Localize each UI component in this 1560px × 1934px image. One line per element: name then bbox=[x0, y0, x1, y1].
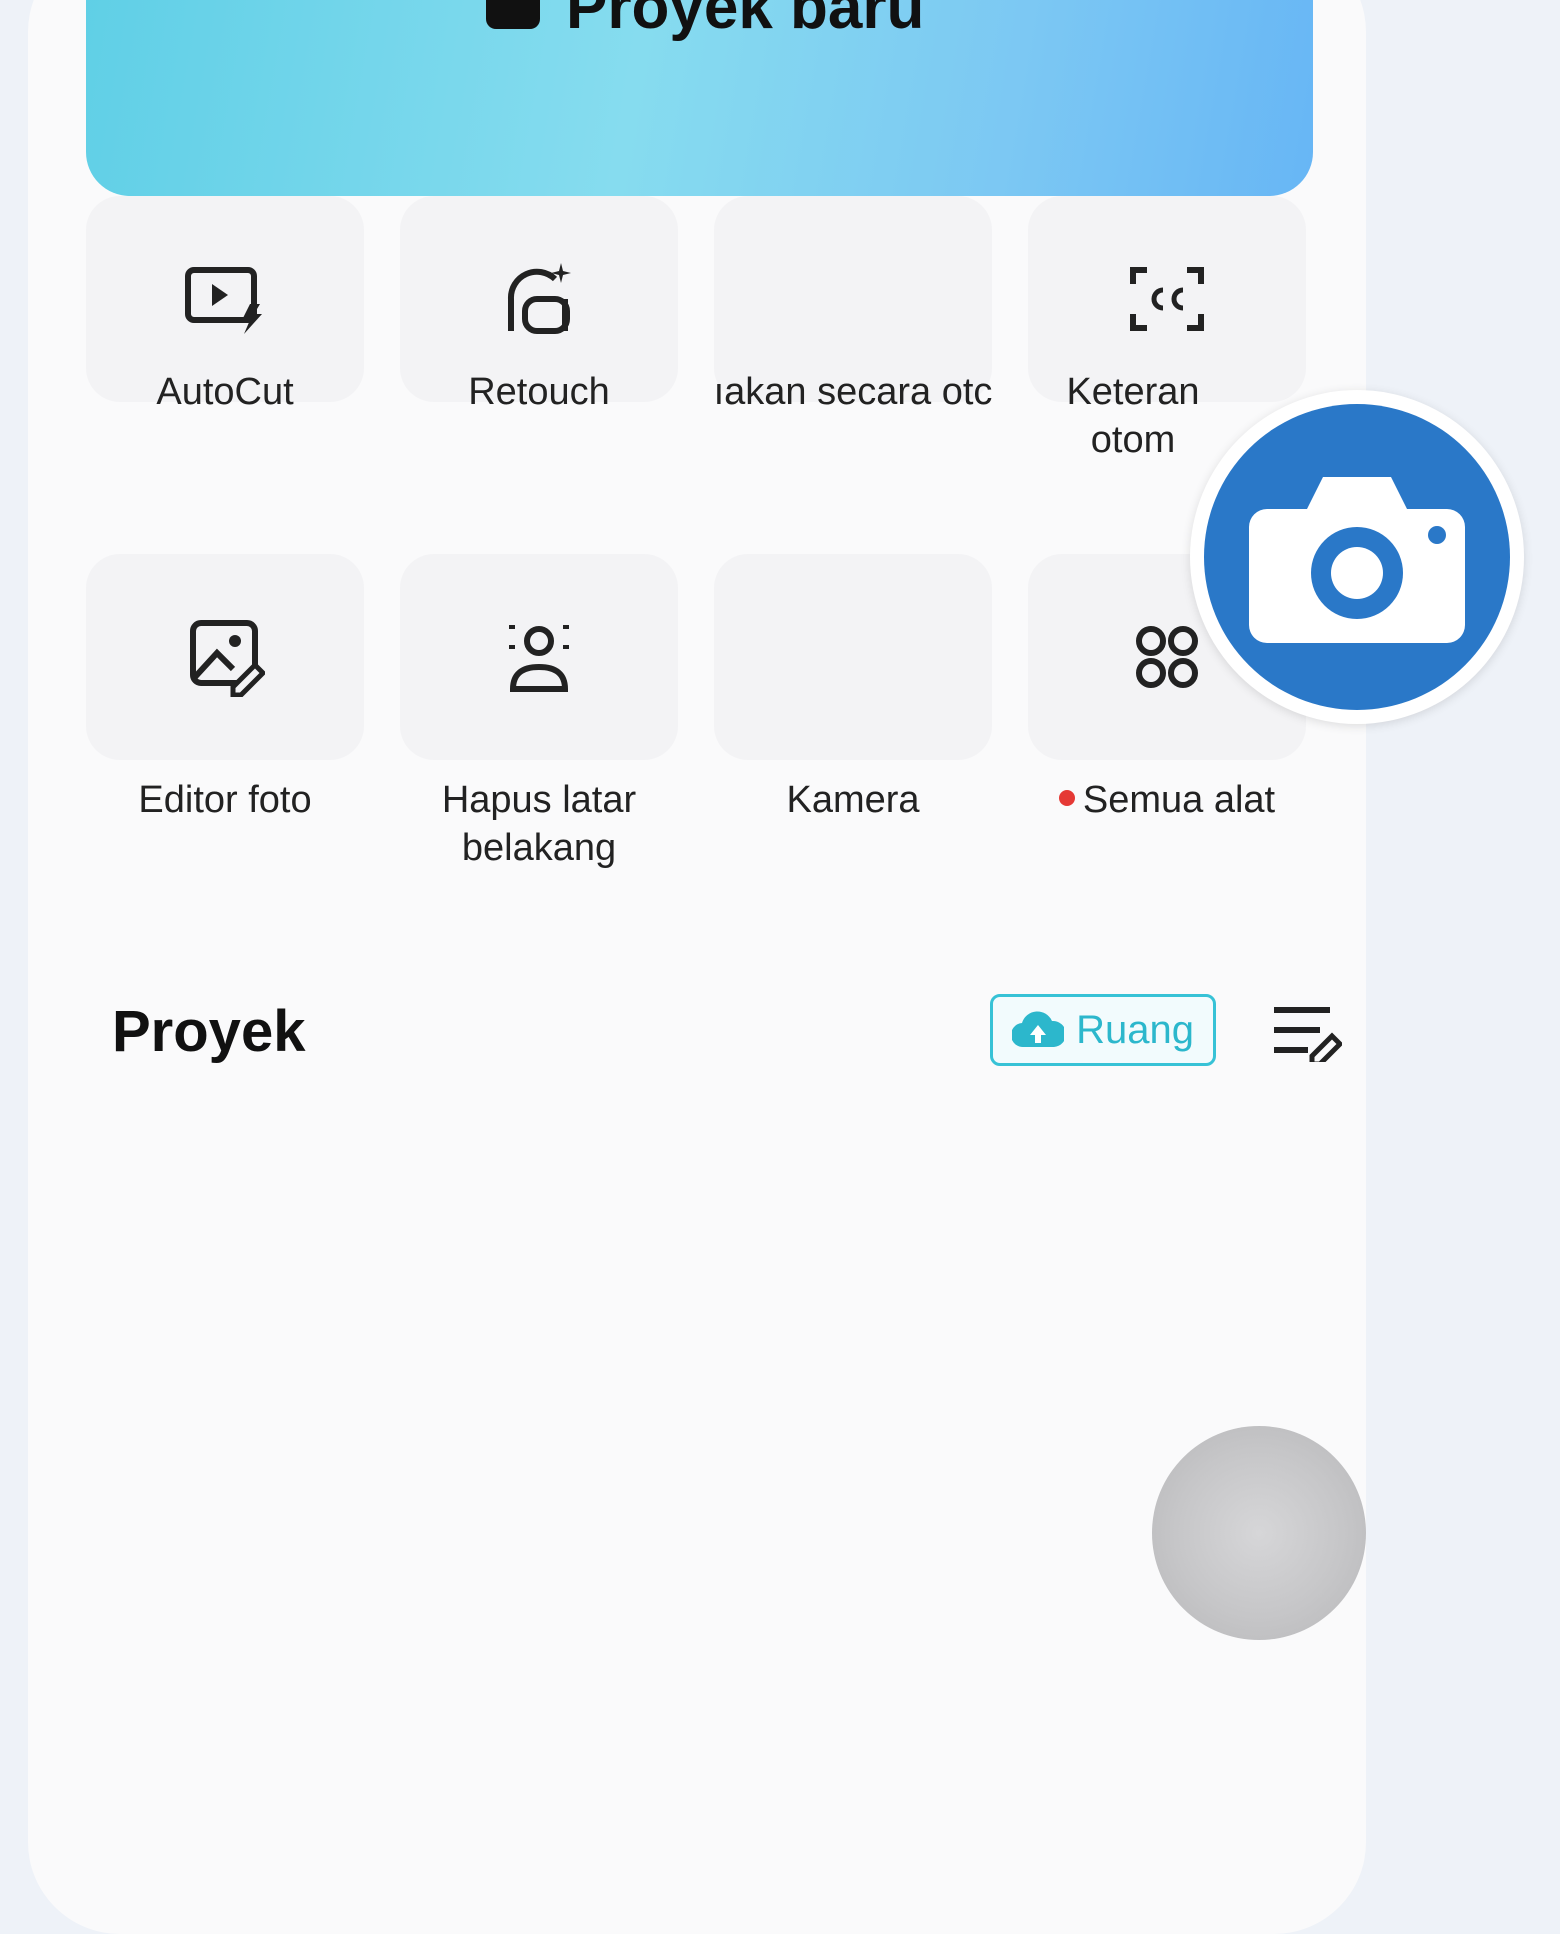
camera-icon bbox=[1249, 477, 1465, 643]
retouch-icon bbox=[507, 263, 571, 334]
new-project-banner[interactable]: Proyek baru bbox=[86, 0, 1313, 196]
space-button-label: Ruang bbox=[1076, 1007, 1194, 1052]
new-project-label-wrap: Proyek baru bbox=[486, 0, 924, 43]
captions-icon bbox=[1130, 267, 1204, 331]
tool-label-camera: Kamera bbox=[786, 779, 920, 821]
tool-label-all-tools: Semua alat bbox=[1082, 779, 1276, 821]
app-screen: Proyek baru AutoCut Retouch ıakan secara… bbox=[28, 0, 1366, 1934]
tool-label-captions: Keteran otom bbox=[1066, 371, 1200, 461]
plus-icon bbox=[486, 0, 540, 29]
tool-camera[interactable] bbox=[714, 554, 992, 760]
camera-badge[interactable] bbox=[1190, 390, 1524, 724]
autocut-icon bbox=[185, 267, 262, 334]
touch-indicator bbox=[1152, 1426, 1366, 1640]
cloud-upload-icon bbox=[1012, 1011, 1065, 1048]
projects-title: Proyek bbox=[112, 999, 306, 1064]
new-badge-dot bbox=[1058, 789, 1075, 806]
tool-label-retouch: Retouch bbox=[468, 371, 610, 413]
remove-background-icon bbox=[509, 625, 569, 692]
manage-projects-icon[interactable] bbox=[1272, 1002, 1344, 1067]
tool-label-autocut: AutoCut bbox=[156, 371, 294, 413]
space-button[interactable]: Ruang bbox=[990, 994, 1216, 1066]
tool-remove-background[interactable] bbox=[400, 554, 678, 760]
photo-editor-icon bbox=[190, 620, 265, 697]
new-project-label: Proyek baru bbox=[566, 0, 925, 42]
camera-badge-inner bbox=[1204, 404, 1510, 710]
tool-label-photo-editor: Editor foto bbox=[138, 779, 312, 821]
tool-photo-editor[interactable] bbox=[86, 554, 364, 760]
tool-label-auto: ıakan secara otc bbox=[713, 371, 993, 413]
tool-label-all-tools-wrap: Semua alat bbox=[1022, 776, 1312, 824]
all-tools-icon bbox=[1136, 626, 1198, 688]
tool-label-remove-background: Hapus latar belakang bbox=[441, 779, 637, 869]
